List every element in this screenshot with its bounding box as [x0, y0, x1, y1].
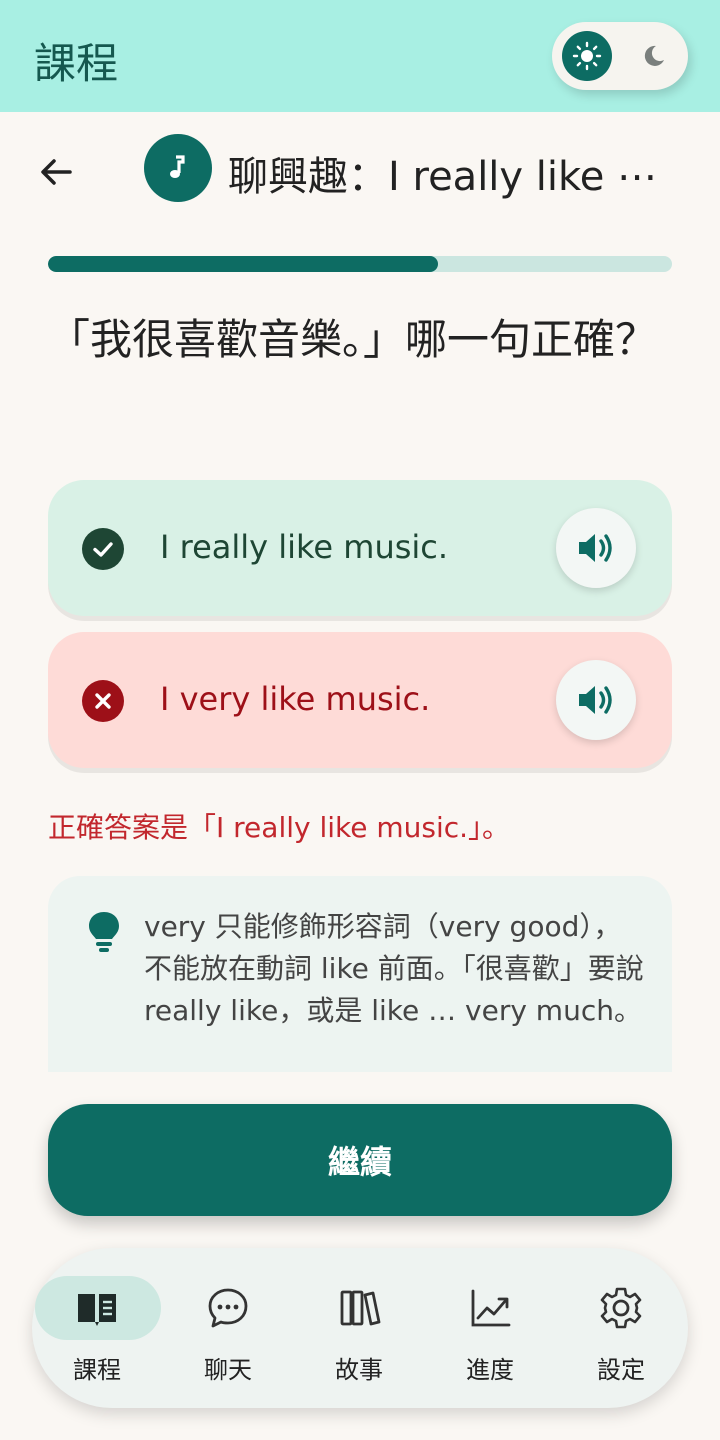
- play-audio-button[interactable]: [556, 660, 636, 740]
- nav-label: 聊天: [204, 1356, 252, 1384]
- sun-icon[interactable]: [562, 31, 612, 81]
- lesson-title: 聊興趣：I really like ⋯: [228, 154, 658, 200]
- x-circle-icon: [82, 680, 124, 722]
- book-icon: [78, 1294, 116, 1326]
- answer-option-text: I really like music.: [160, 528, 449, 566]
- arrow-left-icon: [41, 159, 72, 185]
- answer-option-wrong[interactable]: I very like music.: [48, 632, 672, 768]
- books-icon: [340, 1290, 381, 1326]
- nav-label: 設定: [597, 1356, 645, 1384]
- grammar-tip-box: very 只能修飾形容詞（very good），不能放在動詞 like 前面。「…: [48, 876, 672, 1072]
- nav-item-lessons[interactable]: 課程: [32, 1276, 161, 1386]
- moon-icon[interactable]: [632, 34, 676, 78]
- answer-option-text: I very like music.: [160, 680, 431, 718]
- correct-answer-feedback: 正確答案是「I really like music.」。: [48, 811, 511, 844]
- chart-icon: [471, 1289, 511, 1327]
- lesson-header: 聊興趣：I really like ⋯: [0, 130, 720, 214]
- nav-label: 進度: [466, 1356, 514, 1384]
- app-bar: 課程: [0, 0, 720, 112]
- gear-icon: [600, 1287, 642, 1329]
- chat-icon: [208, 1288, 248, 1328]
- nav-item-progress[interactable]: 進度: [425, 1276, 551, 1386]
- music-note-icon: [144, 134, 212, 202]
- theme-toggle[interactable]: [552, 22, 688, 90]
- nav-label: 課程: [73, 1356, 121, 1384]
- nav-item-settings[interactable]: 設定: [556, 1276, 682, 1386]
- play-audio-button[interactable]: [556, 508, 636, 588]
- lightbulb-icon: [89, 912, 119, 952]
- nav-label: 故事: [335, 1356, 383, 1384]
- speaker-icon: [579, 686, 612, 714]
- question-text: 「我很喜歡音樂。」哪一句正確？: [48, 315, 658, 364]
- nav-item-stories[interactable]: 故事: [294, 1276, 420, 1386]
- speaker-icon: [579, 534, 612, 562]
- back-button[interactable]: [32, 148, 80, 196]
- bottom-navigation: 課程 聊天 故事 進度 設定: [32, 1248, 688, 1408]
- check-circle-icon: [82, 528, 124, 570]
- answer-option-correct[interactable]: I really like music.: [48, 480, 672, 616]
- nav-item-chat[interactable]: 聊天: [163, 1276, 289, 1386]
- progress-fill: [48, 256, 438, 272]
- continue-button[interactable]: 繼續: [48, 1104, 672, 1216]
- app-title: 課程: [34, 39, 119, 88]
- lesson-progress-bar: [48, 256, 672, 272]
- tip-text: very 只能修飾形容詞（very good），不能放在動詞 like 前面。「…: [144, 910, 644, 1027]
